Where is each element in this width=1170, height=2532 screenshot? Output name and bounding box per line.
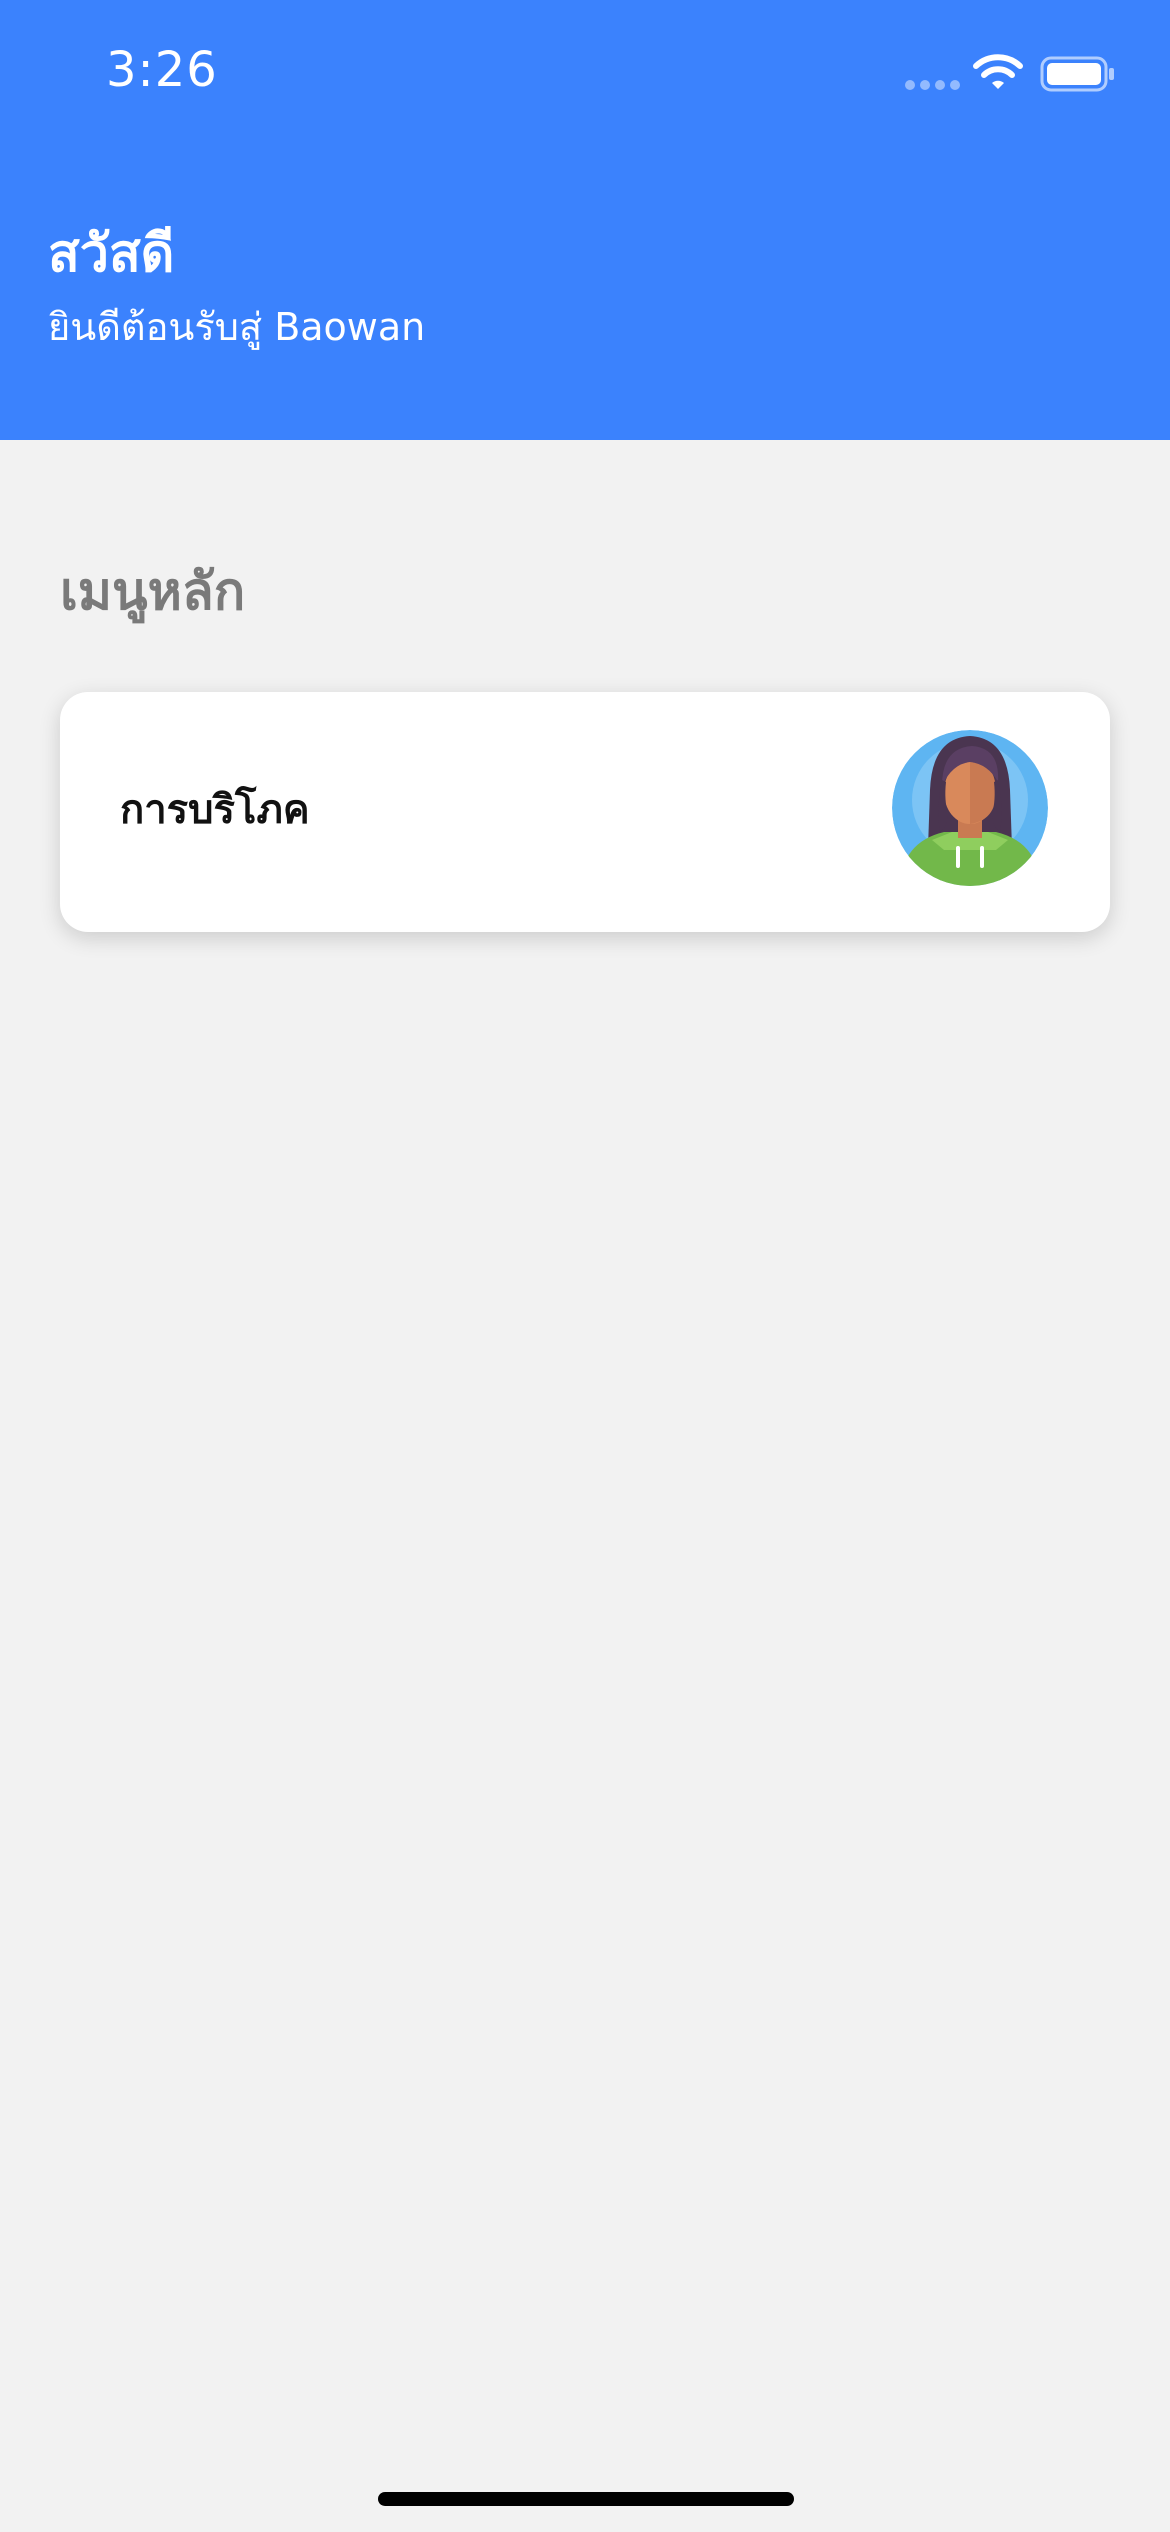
status-time: 3:26	[106, 42, 218, 98]
header: 3:26 สวัสดี ยินดีต้อนรับสู่ Baowan	[0, 0, 1170, 440]
battery-icon	[1040, 56, 1114, 92]
home-indicator[interactable]	[378, 2492, 794, 2506]
section-title: เมนูหลัก	[60, 562, 246, 622]
welcome-subtitle: ยินดีต้อนรับสู่ Baowan	[48, 305, 426, 349]
wifi-icon	[973, 54, 1023, 89]
status-bar: 3:26	[0, 0, 1170, 150]
menu-card-label: การบริโภค	[120, 787, 310, 833]
person-avatar-icon	[892, 730, 1048, 886]
menu-card-consumption[interactable]: การบริโภค	[60, 692, 1110, 932]
greeting-title: สวัสดี	[48, 224, 175, 284]
cellular-signal-icon	[905, 80, 961, 92]
